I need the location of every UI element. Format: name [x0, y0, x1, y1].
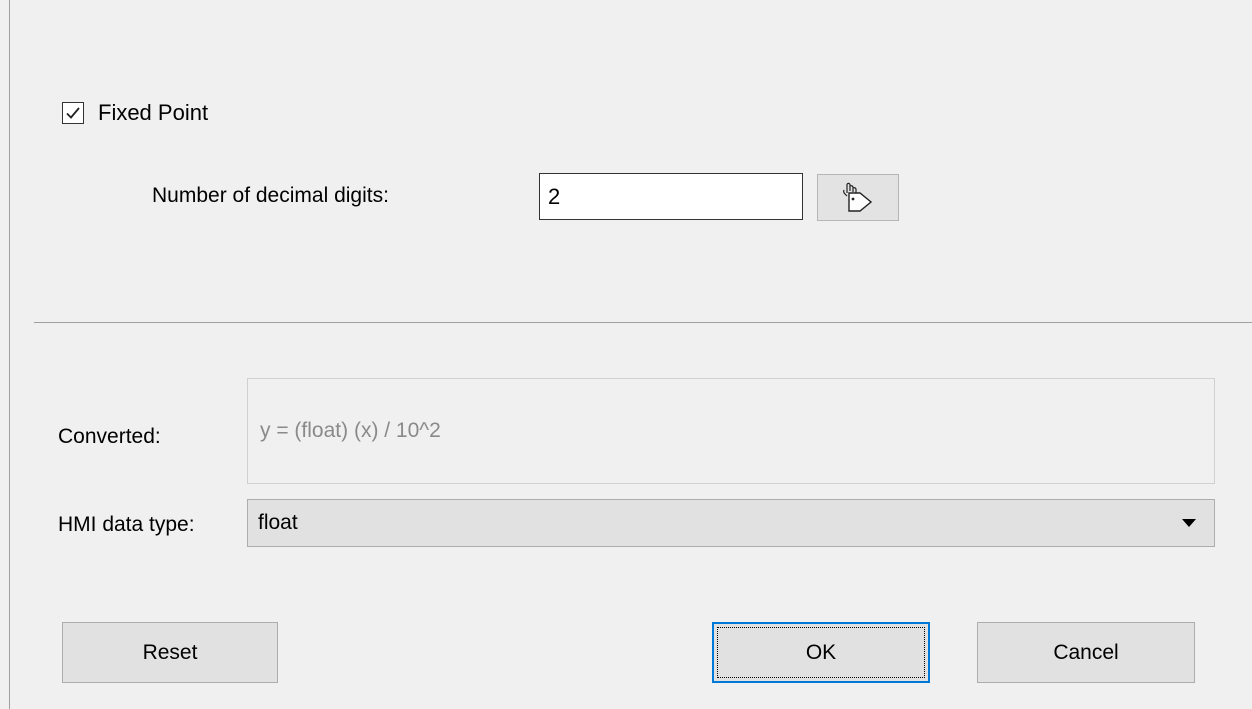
tag-select-button[interactable]: [817, 174, 899, 221]
converted-label: Converted:: [58, 425, 161, 448]
window-left-border: [9, 0, 10, 709]
fixed-point-checkbox[interactable]: [62, 102, 84, 124]
ok-button-label: OK: [805, 640, 837, 664]
decimal-digits-label: Number of decimal digits:: [152, 184, 389, 207]
dropdown-arrow-icon: [1182, 519, 1196, 527]
hmi-data-type-label: HMI data type:: [58, 513, 195, 536]
reset-button[interactable]: Reset: [62, 622, 278, 683]
hmi-data-type-value: float: [258, 511, 298, 534]
section-divider: [34, 322, 1252, 323]
decimal-digits-input[interactable]: 2: [539, 173, 803, 220]
fixed-point-option[interactable]: Fixed Point: [62, 97, 208, 129]
cancel-button[interactable]: Cancel: [977, 622, 1195, 683]
checkmark-icon: [66, 107, 80, 119]
converted-formula-field: y = (float) (x) / 10^2: [247, 378, 1215, 484]
tag-pointer-icon: [843, 182, 873, 212]
ok-button[interactable]: OK: [712, 622, 930, 683]
fixed-point-label[interactable]: Fixed Point: [98, 100, 208, 126]
fixed-point-dialog: Fixed Point Number of decimal digits: 2 …: [0, 0, 1252, 709]
hmi-data-type-select[interactable]: float: [247, 499, 1215, 547]
